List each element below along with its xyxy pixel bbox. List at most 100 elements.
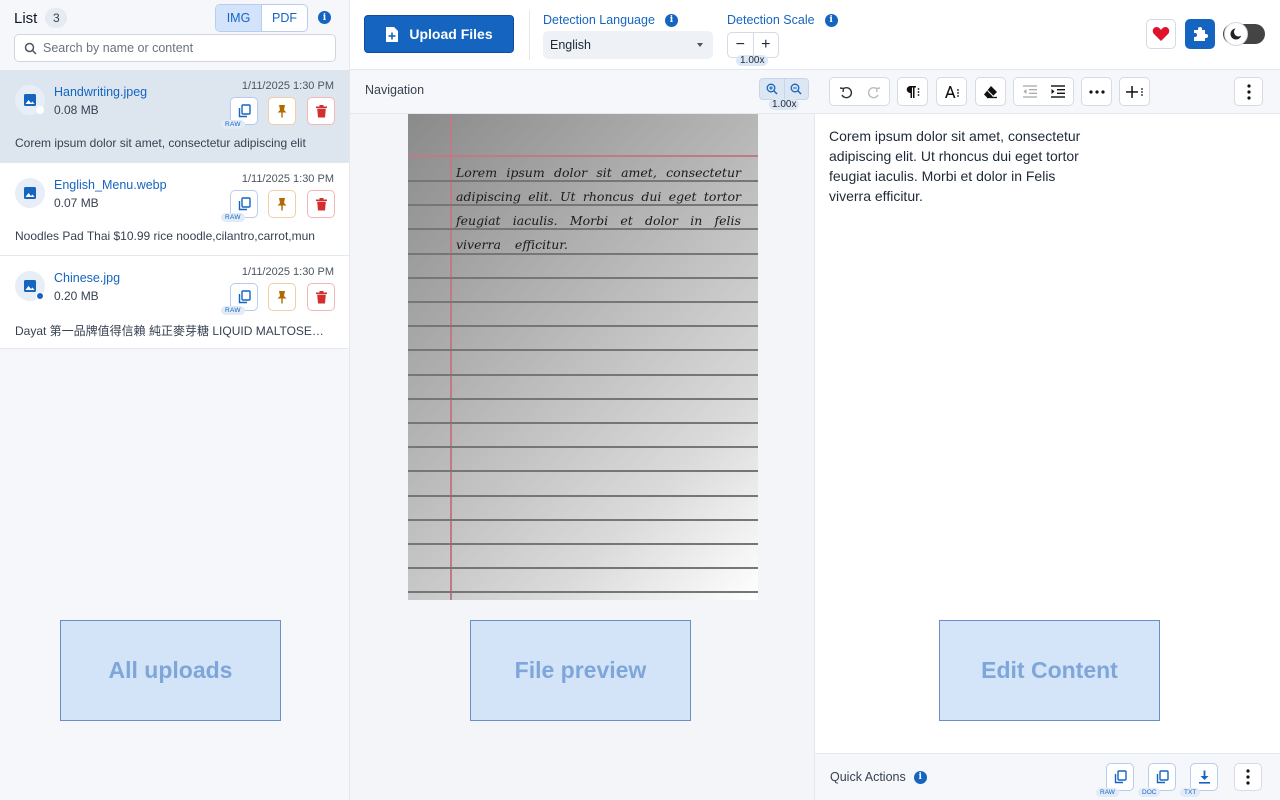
more-vertical-icon: [1246, 769, 1250, 785]
pin-button[interactable]: [268, 283, 296, 311]
undo-redo-group: [829, 77, 890, 106]
handwriting-word: et: [620, 213, 633, 228]
scale-decrease-button[interactable]: −: [728, 33, 754, 57]
handwriting-line: Lorem ipsum dolor sit amet, consectetur: [456, 165, 741, 180]
more-options-button[interactable]: [1081, 77, 1112, 106]
editor-menu-button[interactable]: [1234, 77, 1263, 106]
navigation-bar: Navigation 1.00x: [350, 70, 815, 114]
file-size: 0.08 MB: [54, 103, 99, 117]
delete-button[interactable]: [307, 97, 335, 125]
more-vertical-icon: [1246, 83, 1251, 100]
copy-icon: [238, 104, 251, 118]
puzzle-icon: [1194, 27, 1208, 41]
language-select[interactable]: English: [543, 31, 713, 59]
pin-icon: [277, 105, 287, 118]
copy-raw-button[interactable]: RAW: [1096, 763, 1134, 797]
outdent-icon[interactable]: [1022, 85, 1038, 98]
doc-tag: DOC: [1138, 788, 1161, 797]
raw-tag: RAW: [221, 213, 245, 222]
edit-content-region-label: Edit Content: [939, 620, 1160, 721]
paragraph-icon: [906, 85, 919, 98]
font-size-button[interactable]: [936, 77, 967, 106]
info-icon[interactable]: i: [318, 11, 331, 24]
document-image: Lorem ipsum dolor sit amet, consectetur adipis…: [408, 114, 758, 600]
handwriting-word: dolor: [645, 213, 679, 228]
copy-button[interactable]: RAW: [221, 283, 258, 315]
detection-scale-label: Detection Scale i: [727, 13, 838, 27]
file-date: 1/11/2025 1:30 PM: [241, 173, 334, 185]
trash-icon: [315, 197, 327, 210]
list-item[interactable]: Chinese.jpg 0.20 MB 1/11/2025 1:30 PM RA…: [0, 256, 349, 349]
file-name[interactable]: Handwriting.jpeg: [54, 85, 147, 99]
language-select-value: English: [550, 38, 591, 52]
handwriting-word: viverra: [456, 237, 501, 252]
file-size: 0.07 MB: [54, 196, 99, 210]
handwriting-word: sit: [596, 165, 612, 180]
handwriting-word: eget: [668, 189, 697, 204]
image-file-icon: [15, 178, 45, 208]
paragraph-button[interactable]: [897, 77, 928, 106]
zoom-in-button[interactable]: [759, 78, 785, 100]
status-dot: [36, 292, 44, 300]
insert-button[interactable]: [1119, 77, 1150, 106]
file-name[interactable]: Chinese.jpg: [54, 271, 120, 285]
handwriting-word: Lorem: [456, 165, 498, 180]
handwriting-word: felis: [714, 213, 741, 228]
all-uploads-region-label: All uploads: [60, 620, 281, 721]
handwriting-line: adipiscing elit. Ut rhoncus dui eget tortor: [456, 189, 741, 204]
scale-increase-button[interactable]: +: [754, 33, 779, 57]
paper-margin-line: [450, 114, 452, 600]
delete-button[interactable]: [307, 190, 335, 218]
list-item[interactable]: English_Menu.webp 0.07 MB 1/11/2025 1:30…: [0, 163, 349, 256]
pin-button[interactable]: [268, 190, 296, 218]
copy-icon: [238, 290, 251, 304]
file-name[interactable]: English_Menu.webp: [54, 178, 167, 192]
paper-rule-line: [408, 519, 758, 521]
info-icon[interactable]: i: [664, 13, 678, 27]
paper-rule-line: [408, 398, 758, 400]
copy-doc-button[interactable]: DOC: [1138, 763, 1176, 797]
handwriting-line: feugiat iaculis. Morbi et dolor in felis: [456, 213, 741, 228]
paper-rule-line: [408, 325, 758, 327]
editable-content[interactable]: Corem ipsum dolor sit amet, consectetur …: [829, 126, 1099, 206]
handwriting-word: rhoncus: [582, 189, 634, 204]
zoom-out-button[interactable]: [784, 78, 809, 100]
favorite-button[interactable]: [1146, 19, 1176, 49]
paper-rule-line: [408, 301, 758, 303]
handwriting-word: elit.: [528, 189, 553, 204]
download-txt-button[interactable]: TXT: [1180, 763, 1218, 797]
copy-button[interactable]: RAW: [221, 97, 258, 129]
pin-button[interactable]: [268, 97, 296, 125]
paper-rule-line: [408, 253, 758, 255]
heart-icon: [1152, 27, 1170, 41]
copy-button[interactable]: RAW: [221, 190, 258, 222]
pin-icon: [277, 198, 287, 211]
handwriting-word: feugiat: [456, 213, 501, 228]
search-input[interactable]: Search by name or content: [14, 34, 336, 62]
info-icon[interactable]: i: [913, 770, 927, 784]
img-mode-button[interactable]: IMG: [216, 5, 262, 31]
file-count-badge: 3: [45, 8, 68, 28]
list-item[interactable]: Handwriting.jpeg 0.08 MB 1/11/2025 1:30 …: [0, 70, 349, 163]
clear-format-button[interactable]: [975, 77, 1006, 106]
delete-button[interactable]: [307, 283, 335, 311]
undo-icon[interactable]: [839, 85, 853, 99]
search-icon: [24, 42, 37, 55]
more-horizontal-icon: [1088, 89, 1105, 94]
indent-icon[interactable]: [1050, 85, 1066, 98]
search-placeholder: Search by name or content: [43, 41, 194, 55]
quick-actions-menu-button[interactable]: [1234, 763, 1262, 791]
info-icon[interactable]: i: [824, 13, 838, 27]
zoom-value: 1.00x: [769, 99, 800, 110]
handwriting-word: Ut: [560, 189, 576, 204]
theme-toggle[interactable]: [1223, 22, 1265, 46]
handwriting-word: in: [690, 213, 703, 228]
extensions-button[interactable]: [1185, 19, 1215, 49]
detection-language-label: Detection Language i: [543, 13, 678, 27]
redo-icon[interactable]: [867, 85, 881, 99]
pdf-mode-button[interactable]: PDF: [262, 5, 307, 31]
handwriting-word: Morbi: [569, 213, 609, 228]
handwriting-line: viverra efficitur.: [456, 237, 741, 252]
upload-files-button[interactable]: Upload Files: [364, 15, 514, 53]
handwriting-word: dolor: [554, 165, 588, 180]
